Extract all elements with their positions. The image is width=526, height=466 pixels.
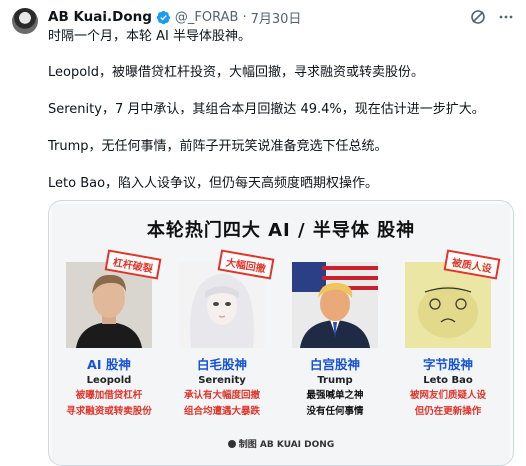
person-name: Serenity	[198, 375, 246, 386]
infographic-title: 本轮热门四大 AI / 半导体 股神	[146, 220, 416, 241]
tweet-media-image[interactable]: 本轮热门四大 AI / 半导体 股神 杠杆破裂 AI 股神 Leopold 被曝…	[48, 200, 514, 466]
author-avatar[interactable]	[12, 8, 38, 34]
tweet-date[interactable]: 7月30日	[251, 8, 302, 27]
portrait-image	[292, 262, 378, 348]
infographic-card: 本轮热门四大 AI / 半导体 股神 杠杆破裂 AI 股神 Leopold 被曝…	[52, 204, 510, 465]
header-actions	[470, 7, 514, 27]
person-name: Leto Bao	[423, 375, 473, 386]
tweet-paragraph: Serenity，7 月中承认，其组合本月回撤达 49.4%，现在估计进一步扩大…	[48, 102, 485, 117]
grok-icon[interactable]	[470, 9, 486, 25]
portrait-image: 被质人设	[405, 249, 501, 348]
person-name: Leopold	[86, 375, 132, 386]
infographic-credit: 制图 AB KUAI DONG	[52, 437, 510, 450]
tweet-paragraph: Leopold，被曝借贷杠杆投资，大幅回撤，寻求融资或转卖股份。	[48, 65, 425, 80]
author-handle[interactable]: @_FORAB	[175, 10, 239, 25]
author-name[interactable]: AB Kuai.Dong	[48, 9, 152, 25]
copyright-icon	[227, 440, 236, 448]
person-title: 字节股神	[422, 357, 473, 372]
portrait-image: 杠杆破裂	[66, 249, 162, 348]
portrait-image: 大幅回撤	[179, 249, 275, 348]
person-card: 被质人设 字节股神 Leto Bao 被网友们质疑人设 但仍在更新操作	[405, 249, 501, 418]
tweet-paragraph: Leto Bao，陷入人设争议，但仍每天高频度晒期权操作。	[48, 176, 379, 191]
more-icon[interactable]	[498, 9, 514, 25]
person-desc-line: 被网友们质疑人设	[409, 390, 486, 401]
verified-badge-icon	[156, 10, 171, 25]
person-title: 白宫股神	[309, 357, 360, 372]
person-desc-line: 没有任何事情	[306, 406, 364, 417]
person-desc-line: 最强喊单之神	[306, 390, 364, 401]
person-desc-line: 但仍在更新操作	[414, 406, 482, 417]
person-card: 白宫股神 Trump 最强喊单之神 没有任何事情	[292, 262, 378, 418]
header-separator: ·	[242, 9, 247, 25]
person-card: 大幅回撤 白毛股神 Serenity 承认有大幅度回撤 组合均遭遇大暴跌	[179, 249, 275, 418]
person-card: 杠杆破裂 AI 股神 Leopold 被曝加借贷杠杆 寻求融资或转卖股份	[66, 249, 162, 418]
tweet-header: AB Kuai.Dong @_FORAB · 7月30日	[48, 7, 514, 27]
credit-text: 制图 AB KUAI DONG	[238, 440, 335, 450]
tweet-paragraph: Trump，无任何事情，前阵子开玩笑说准备竞选下任总统。	[48, 139, 388, 154]
person-desc-line: 组合均遭遇大暴跌	[183, 406, 260, 417]
person-name: Trump	[317, 375, 353, 386]
person-title: AI 股神	[87, 357, 131, 372]
tweet-paragraph: 时隔一个月，本轮 AI 半导体股神。	[48, 29, 251, 44]
person-desc-line: 承认有大幅度回撤	[183, 390, 260, 401]
tweet-text: 时隔一个月，本轮 AI 半导体股神。 Leopold，被曝借贷杠杆投资，大幅回撤…	[48, 28, 514, 212]
person-desc-line: 被曝加借贷杠杆	[75, 390, 143, 401]
person-title: 白毛股神	[196, 357, 247, 372]
person-desc-line: 寻求融资或转卖股份	[66, 406, 152, 417]
